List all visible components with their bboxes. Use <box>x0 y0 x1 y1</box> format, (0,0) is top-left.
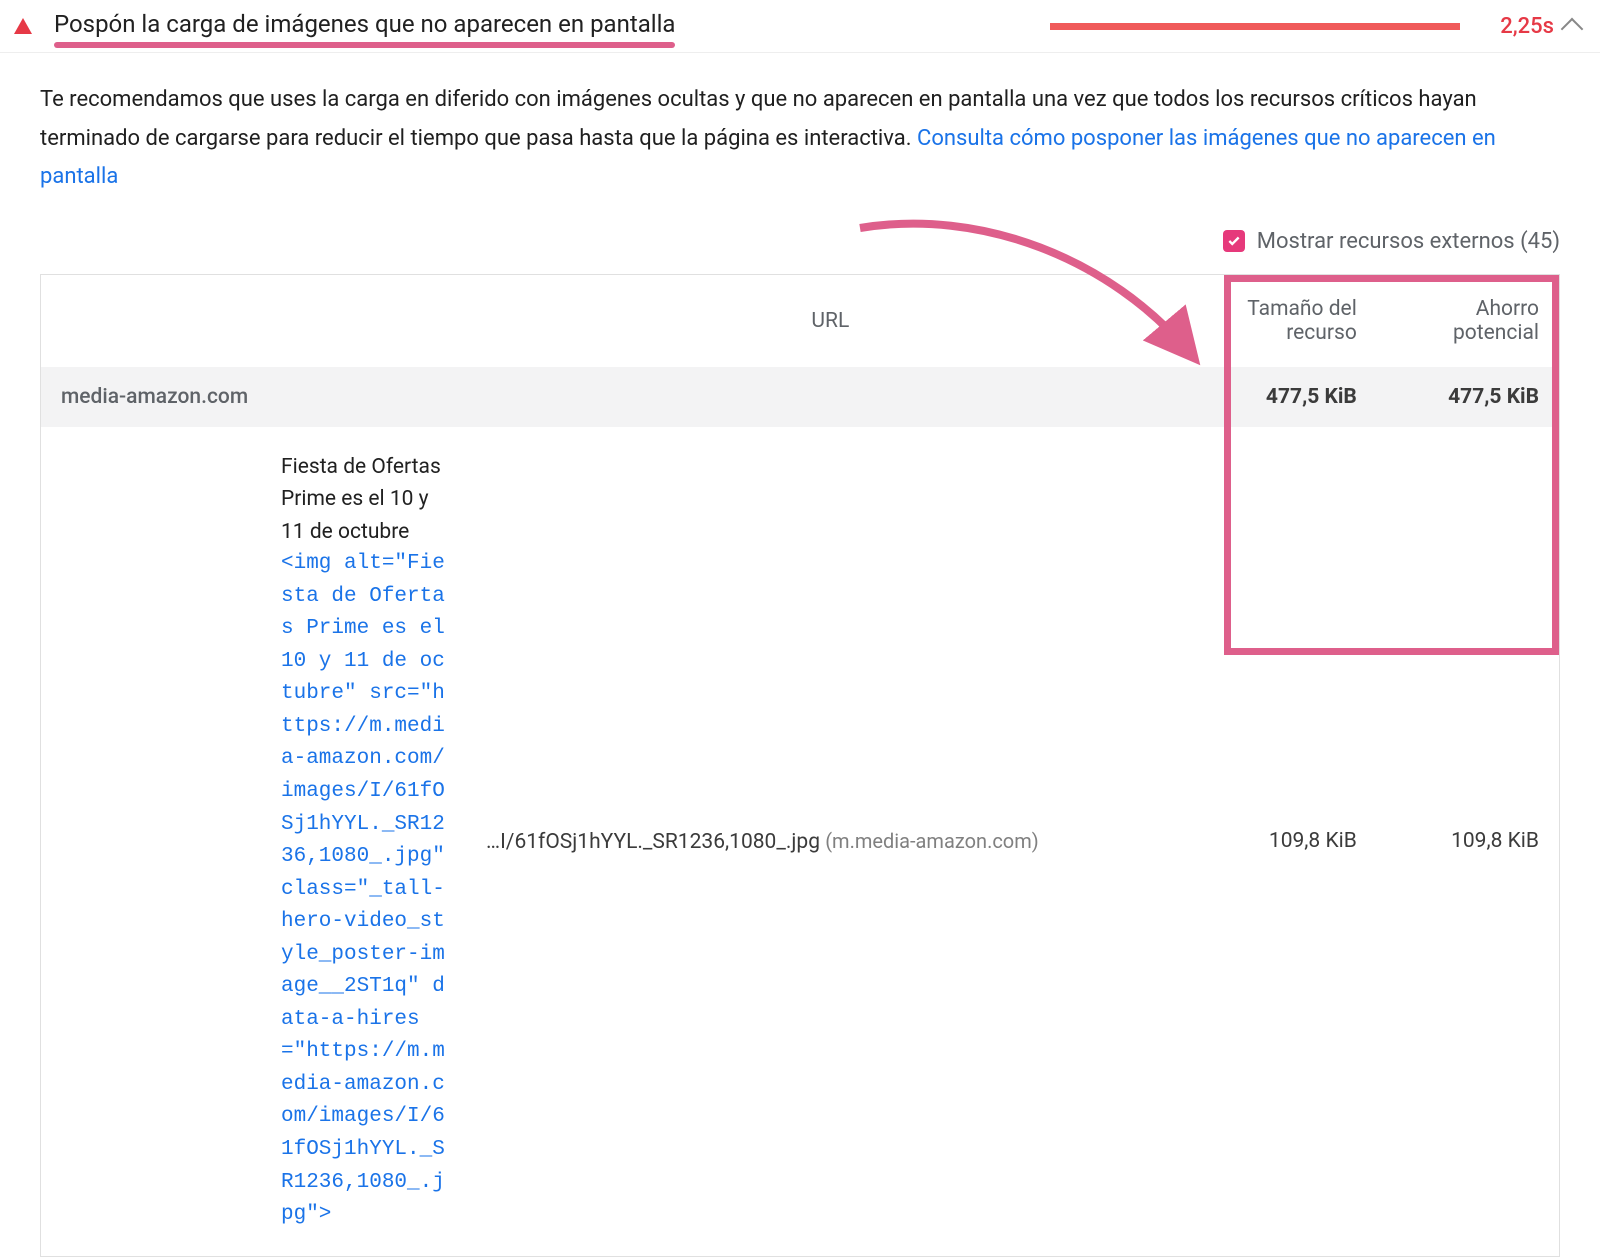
table-header-row: URL Tamaño del recurso Ahorro potencial <box>41 275 1559 367</box>
externals-checkbox[interactable] <box>1223 230 1245 252</box>
table-row[interactable]: Fiesta de Ofertas Prime es el 10 y 11 de… <box>41 427 1559 1256</box>
severity-bar <box>1050 23 1460 30</box>
item-url-short: …I/61fOSj1hYYL._SR1236,1080_.jpg <box>486 830 820 854</box>
audit-title: Pospón la carga de imágenes que no apare… <box>54 10 675 42</box>
annotation-underline <box>54 42 675 48</box>
audit-description: Te recomendamos que uses la carga en dif… <box>0 53 1600 197</box>
group-row[interactable]: media-amazon.com 477,5 KiB 477,5 KiB <box>41 367 1559 427</box>
warning-triangle-icon <box>14 18 32 34</box>
audit-header[interactable]: Pospón la carga de imágenes que no apare… <box>0 0 1600 53</box>
group-savings: 477,5 KiB <box>1377 367 1559 427</box>
check-icon <box>1227 234 1241 248</box>
group-resource-size: 477,5 KiB <box>1195 367 1377 427</box>
chevron-up-icon[interactable] <box>1561 18 1584 41</box>
audit-time: 2,25s <box>1500 14 1554 39</box>
item-thumbnail-cell: Fiesta de Ofertas Prime es el 10 y 11 de… <box>41 427 466 1256</box>
resources-table-wrap: URL Tamaño del recurso Ahorro potencial … <box>40 274 1560 1257</box>
resources-table: URL Tamaño del recurso Ahorro potencial … <box>41 275 1559 1256</box>
item-savings: 109,8 KiB <box>1377 427 1559 1256</box>
item-code-snippet: <img alt="Fiesta de Ofertas Prime es el … <box>281 548 446 1231</box>
item-alt-text: Fiesta de Ofertas Prime es el 10 y 11 de… <box>281 451 446 549</box>
col-spacer <box>41 275 466 367</box>
col-resource-size: Tamaño del recurso <box>1195 275 1377 367</box>
col-url: URL <box>466 275 1195 367</box>
group-host: media-amazon.com <box>41 367 1195 427</box>
item-url-host: (m.media-amazon.com) <box>825 829 1039 853</box>
item-resource-size: 109,8 KiB <box>1195 427 1377 1256</box>
col-savings: Ahorro potencial <box>1377 275 1559 367</box>
item-description: Fiesta de Ofertas Prime es el 10 y 11 de… <box>281 451 446 1232</box>
externals-label: Mostrar recursos externos (45) <box>1257 229 1560 254</box>
item-url-cell: …I/61fOSj1hYYL._SR1236,1080_.jpg (m.medi… <box>466 427 1195 1256</box>
externals-toggle-row: Mostrar recursos externos (45) <box>0 197 1600 264</box>
